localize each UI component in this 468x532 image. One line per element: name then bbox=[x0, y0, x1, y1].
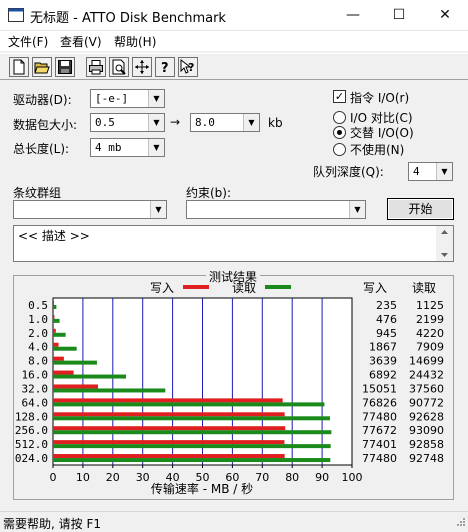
read-bar bbox=[53, 332, 66, 337]
write-bar bbox=[53, 342, 59, 347]
read-value: 7909 bbox=[416, 341, 444, 354]
x-axis-label: 传输速率 - MB / 秒 bbox=[151, 481, 253, 496]
read-bar bbox=[53, 346, 77, 351]
x-tick-label: 70 bbox=[255, 471, 269, 484]
write-value: 3639 bbox=[369, 355, 397, 368]
read-column-header: 读取 bbox=[412, 281, 436, 295]
x-tick-label: 30 bbox=[136, 471, 150, 484]
write-value: 15051 bbox=[362, 382, 397, 395]
read-bar bbox=[53, 444, 331, 449]
write-value: 77480 bbox=[362, 452, 397, 465]
write-bar bbox=[53, 314, 55, 319]
write-column-header: 写入 bbox=[363, 281, 387, 295]
read-bar bbox=[53, 304, 57, 309]
write-value: 77401 bbox=[362, 438, 397, 451]
category-label: 128.0 bbox=[15, 410, 48, 423]
read-bar bbox=[53, 430, 332, 435]
category-label: 024.0 bbox=[15, 452, 48, 465]
read-bar bbox=[53, 458, 331, 463]
x-tick-label: 100 bbox=[342, 471, 363, 484]
resize-grip-icon[interactable] bbox=[452, 515, 466, 529]
write-bar bbox=[53, 356, 64, 361]
status-bar: 需要帮助, 请按 F1 bbox=[0, 511, 468, 531]
read-value: 90772 bbox=[409, 396, 444, 409]
category-label: 4.0 bbox=[28, 341, 48, 354]
write-value: 77480 bbox=[362, 410, 397, 423]
write-value: 1867 bbox=[369, 341, 397, 354]
legend-write-swatch bbox=[183, 285, 209, 289]
category-label: 8.0 bbox=[28, 355, 48, 368]
read-value: 4220 bbox=[416, 327, 444, 340]
read-bar bbox=[53, 360, 97, 365]
read-value: 24432 bbox=[409, 369, 444, 382]
read-bar bbox=[53, 374, 127, 379]
write-bar bbox=[53, 328, 56, 333]
category-label: 32.0 bbox=[22, 382, 49, 395]
read-bar bbox=[53, 402, 325, 407]
write-bar bbox=[53, 398, 283, 403]
read-value: 37560 bbox=[409, 382, 444, 395]
read-value: 14699 bbox=[409, 355, 444, 368]
write-value: 76826 bbox=[362, 396, 397, 409]
write-bar bbox=[53, 370, 74, 375]
write-bar bbox=[53, 384, 99, 389]
write-bar bbox=[53, 440, 285, 445]
read-value: 1125 bbox=[416, 299, 444, 312]
write-value: 945 bbox=[376, 327, 397, 340]
category-label: 256.0 bbox=[15, 424, 48, 437]
category-label: 512.0 bbox=[15, 438, 48, 451]
read-bar bbox=[53, 416, 330, 421]
category-label: 1.0 bbox=[28, 313, 48, 326]
read-value: 93090 bbox=[409, 424, 444, 437]
legend-read-swatch bbox=[265, 285, 291, 289]
x-tick-label: 10 bbox=[76, 471, 90, 484]
write-value: 476 bbox=[376, 313, 397, 326]
x-tick-label: 90 bbox=[315, 471, 329, 484]
benchmark-chart: 0 10 20 30 40 50 60 70 80 90 1000.5 235 11251.0 476 21… bbox=[15, 281, 444, 496]
read-value: 92628 bbox=[409, 410, 444, 423]
category-label: 64.0 bbox=[22, 396, 49, 409]
write-value: 6892 bbox=[369, 369, 397, 382]
category-label: 16.0 bbox=[22, 369, 49, 382]
read-value: 92748 bbox=[409, 452, 444, 465]
write-bar bbox=[53, 454, 285, 459]
status-text: 需要帮助, 请按 F1 bbox=[3, 517, 101, 531]
write-bar bbox=[53, 412, 285, 417]
write-value: 235 bbox=[376, 299, 397, 312]
category-label: 0.5 bbox=[28, 299, 48, 312]
write-bar bbox=[53, 300, 54, 305]
write-value: 77672 bbox=[362, 424, 397, 437]
read-value: 2199 bbox=[416, 313, 444, 326]
legend-read-label: 读取 bbox=[232, 281, 256, 295]
legend-write-label: 写入 bbox=[150, 281, 174, 295]
write-bar bbox=[53, 426, 286, 431]
category-label: 2.0 bbox=[28, 327, 48, 340]
read-bar bbox=[53, 388, 166, 393]
x-tick-label: 0 bbox=[50, 471, 57, 484]
read-bar bbox=[53, 318, 60, 323]
x-tick-label: 20 bbox=[106, 471, 120, 484]
read-value: 92858 bbox=[409, 438, 444, 451]
x-tick-label: 80 bbox=[285, 471, 299, 484]
